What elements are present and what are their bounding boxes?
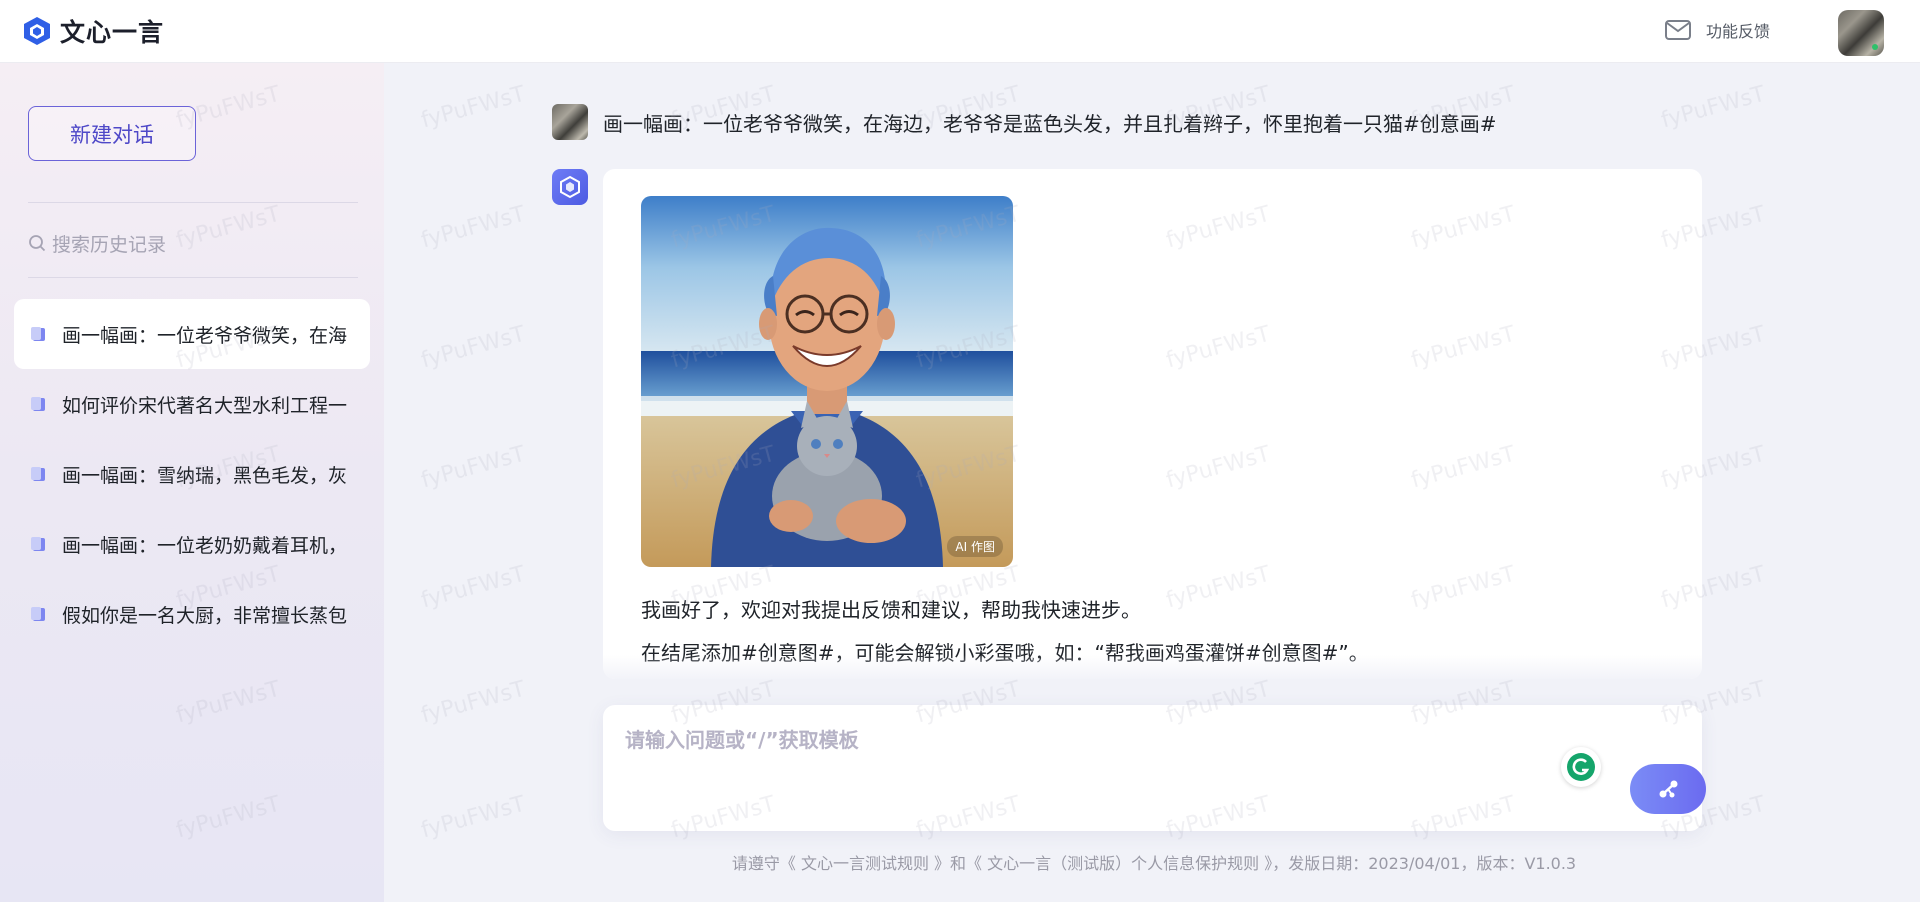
- bot-avatar: [552, 169, 588, 205]
- reply-line-1: 我画好了，欢迎对我提出反馈和建议，帮助我快速进步。: [641, 598, 1141, 622]
- document-icon: [31, 537, 45, 551]
- new-chat-button[interactable]: 新建对话: [28, 106, 196, 161]
- feedback-label: 功能反馈: [1706, 22, 1771, 41]
- question-input[interactable]: [625, 723, 1525, 757]
- history-item[interactable]: 如何评价宋代著名大型水利工程一: [14, 369, 370, 439]
- generated-painting: [641, 196, 1013, 567]
- document-icon: [31, 607, 45, 621]
- scroll-fade: [603, 655, 1702, 679]
- footer-notice: 请遵守《 文心一言测试规则 》和《 文心一言（测试版）个人信息保护规则 》，发版…: [731, 854, 1577, 873]
- wenxin-bot-icon: [560, 175, 580, 199]
- app-logo[interactable]: 文心一言: [22, 13, 164, 49]
- user-avatar[interactable]: [1838, 10, 1884, 56]
- user-message: 画一幅画：一位老爷爷微笑，在海边，老爷爷是蓝色头发，并且扎着辫子，怀里抱着一只猫…: [603, 111, 1497, 136]
- history-item[interactable]: 画一幅画：一位老爷爷微笑，在海: [14, 299, 370, 369]
- app-title: 文心一言: [60, 18, 165, 47]
- generated-image[interactable]: AI 作图: [641, 196, 1013, 567]
- divider: [28, 277, 358, 278]
- history-item-label: 画一幅画：雪纳瑞，黑色毛发，灰: [62, 464, 348, 487]
- history-item-label: 假如你是一名大厨，非常擅长蒸包: [62, 604, 348, 627]
- send-button[interactable]: [1630, 764, 1706, 814]
- history-item-label: 画一幅画：一位老奶奶戴着耳机，: [62, 534, 348, 557]
- search-history[interactable]: 搜索历史记录: [28, 223, 348, 263]
- mail-icon: [1665, 20, 1691, 40]
- grammarly-button[interactable]: [1561, 747, 1601, 787]
- search-history-placeholder: 搜索历史记录: [52, 233, 167, 256]
- answer-card: AI 作图 我画好了，欢迎对我提出反馈和建议，帮助我快速进步。 在结尾添加#创意…: [603, 169, 1702, 679]
- history-list: 画一幅画：一位老爷爷微笑，在海 如何评价宋代著名大型水利工程一 画一幅画：雪纳瑞…: [14, 299, 370, 649]
- grammarly-icon: [1567, 753, 1595, 781]
- user-message-row: 画一幅画：一位老爷爷微笑，在海边，老爷爷是蓝色头发，并且扎着辫子，怀里抱着一只猫…: [552, 104, 1497, 140]
- wenxin-logo-icon: [22, 16, 52, 46]
- sidebar: 新建对话 搜索历史记录 画一幅画：一位老爷爷微笑，在海 如何评价宋代著名大型水利…: [0, 63, 384, 902]
- history-item-label: 画一幅画：一位老爷爷微笑，在海: [62, 324, 348, 347]
- user-avatar-small: [552, 104, 588, 140]
- input-box: [603, 705, 1706, 831]
- history-item[interactable]: 画一幅画：一位老奶奶戴着耳机，: [14, 509, 370, 579]
- send-icon: [1659, 780, 1678, 798]
- chat-area: 画一幅画：一位老爷爷微笑，在海边，老爷爷是蓝色头发，并且扎着辫子，怀里抱着一只猫…: [384, 63, 1920, 902]
- document-icon: [31, 397, 45, 411]
- search-icon: [29, 235, 46, 252]
- history-item[interactable]: 画一幅画：雪纳瑞，黑色毛发，灰: [14, 439, 370, 509]
- divider: [28, 202, 358, 203]
- document-icon: [31, 327, 45, 341]
- feedback-button[interactable]: 功能反馈: [1664, 18, 1770, 42]
- history-item-label: 如何评价宋代著名大型水利工程一: [62, 394, 348, 417]
- top-bar: 文心一言 功能反馈: [0, 0, 1920, 63]
- document-icon: [31, 467, 45, 481]
- image-caption: AI 作图: [947, 536, 1003, 557]
- history-item[interactable]: 假如你是一名大厨，非常擅长蒸包: [14, 579, 370, 649]
